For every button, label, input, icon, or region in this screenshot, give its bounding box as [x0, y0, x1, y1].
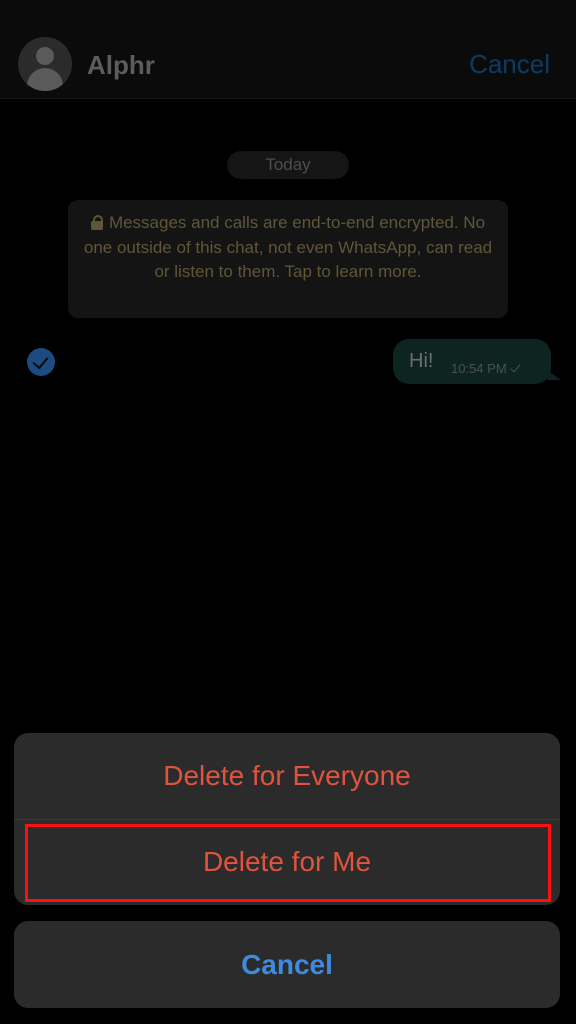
avatar[interactable] — [18, 37, 72, 91]
contact-name[interactable]: Alphr — [87, 50, 155, 81]
delete-for-everyone-button[interactable]: Delete for Everyone — [14, 733, 560, 819]
encryption-notice-text: Messages and calls are end-to-end encryp… — [83, 213, 493, 281]
message-select-checkbox[interactable] — [27, 348, 55, 376]
header-cancel-button[interactable]: Cancel — [469, 49, 550, 80]
delete-action-sheet: Delete for Everyone Delete for Me — [14, 733, 560, 905]
date-chip: Today — [227, 151, 349, 179]
message-bubble[interactable]: Hi! 10:54 PM — [393, 339, 561, 384]
sent-check-icon — [510, 361, 521, 373]
checkmark-icon — [32, 352, 49, 370]
whatsapp-chat-screen: Alphr Cancel Today Messages and calls ar… — [0, 0, 576, 1024]
chat-header: Alphr Cancel — [0, 0, 576, 99]
message-text: Hi! — [409, 350, 434, 372]
message-time-text: 10:54 PM — [451, 361, 507, 376]
avatar-body-shape — [27, 68, 63, 91]
bubble-tail — [547, 370, 561, 380]
encryption-notice[interactable]: Messages and calls are end-to-end encryp… — [68, 200, 508, 318]
lock-icon — [90, 215, 103, 230]
message-time: 10:54 PM — [451, 361, 521, 376]
delete-for-me-button[interactable]: Delete for Me — [14, 819, 560, 905]
avatar-head-shape — [36, 47, 54, 65]
sheet-cancel-button[interactable]: Cancel — [14, 921, 560, 1008]
